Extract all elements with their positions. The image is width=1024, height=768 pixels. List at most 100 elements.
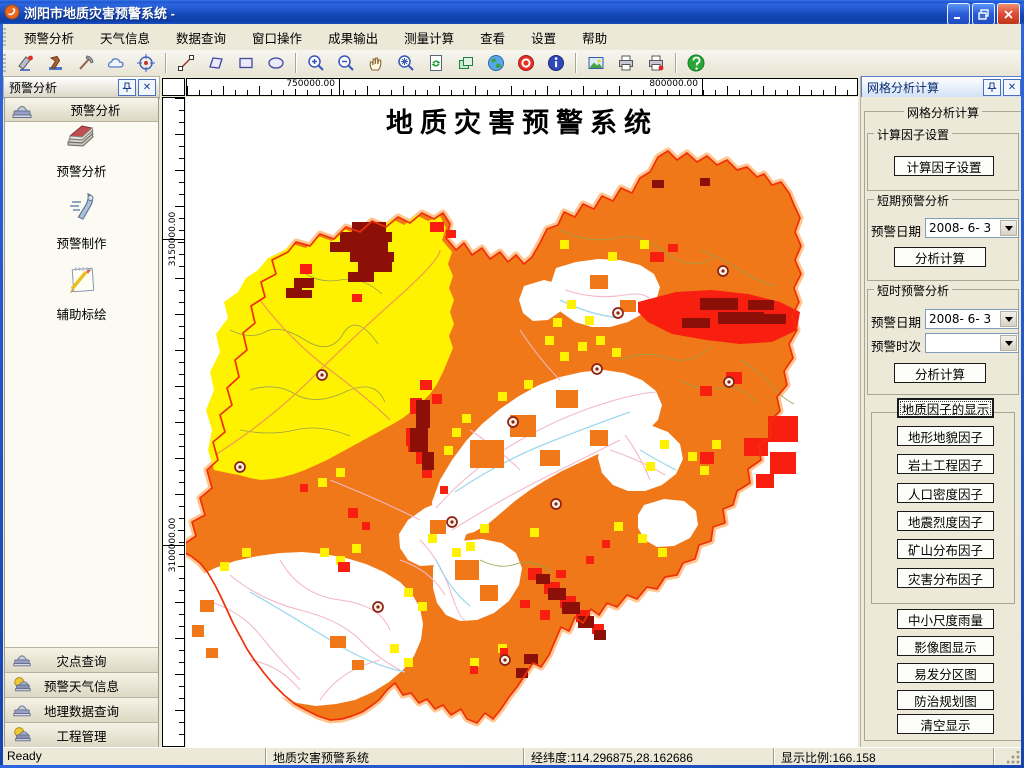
left-panel-titlebar[interactable]: 预警分析 ✕ xyxy=(3,76,160,99)
menu-window-ops[interactable]: 窗口操作 xyxy=(239,24,315,51)
draw-ellipse-icon[interactable] xyxy=(263,51,289,75)
bar-warning-weather-info[interactable]: 预警天气信息 xyxy=(5,672,158,697)
tool-auxiliary-plotting[interactable]: 辅助标绘 xyxy=(5,261,158,323)
status-coordinates: 经纬度:114.296875,28.162686 xyxy=(531,751,693,765)
left-panel: 预警分析 ✕ 预警分析 预警分析 预警制作 辅助标绘 灾点查询 预警天气信息 地… xyxy=(3,76,160,748)
stamp-icon xyxy=(13,705,31,717)
info-icon[interactable] xyxy=(543,51,569,75)
ruler-label: 750000.00 xyxy=(285,79,336,89)
geology-factor-display-button[interactable]: 地质因子的显示 xyxy=(897,398,994,418)
tool-label: 预警分析 xyxy=(56,165,107,179)
clear-display-button[interactable]: 清空显示 xyxy=(897,714,994,734)
calc-factor-settings-button[interactable]: 计算因子设置 xyxy=(894,156,994,176)
group-title: 短时预警分析 xyxy=(874,282,953,299)
pick-icon[interactable] xyxy=(73,51,99,75)
print-icon[interactable] xyxy=(613,51,639,75)
toolbar-separator xyxy=(575,53,577,73)
right-panel-title: 网格分析计算 xyxy=(867,81,940,95)
app-logo-icon xyxy=(4,4,20,20)
warning-date-label: 预警日期 xyxy=(871,225,922,239)
tool-warning-analysis[interactable]: 预警分析 xyxy=(5,120,158,180)
refresh-icon[interactable] xyxy=(423,51,449,75)
bar-disaster-point-query[interactable]: 灾点查询 xyxy=(5,647,158,672)
toolbar-separator xyxy=(675,53,677,73)
zoom-in-icon[interactable] xyxy=(303,51,329,75)
menubar-grip[interactable] xyxy=(3,28,6,46)
stamp-icon xyxy=(12,105,32,118)
print-preview-icon[interactable] xyxy=(643,51,669,75)
status-separator xyxy=(773,748,775,765)
target-icon[interactable] xyxy=(133,51,159,75)
susceptibility-zone-button[interactable]: 易发分区图 xyxy=(897,663,994,683)
chevron-down-icon[interactable] xyxy=(1000,311,1017,327)
toolbar-grip[interactable] xyxy=(3,54,6,72)
bar-project-management[interactable]: 工程管理 xyxy=(5,722,158,747)
imagery-button[interactable]: 影像图显示 xyxy=(897,636,994,656)
chevron-down-icon[interactable] xyxy=(1000,335,1017,351)
menu-result-output[interactable]: 成果输出 xyxy=(315,24,391,51)
window-title: 浏阳市地质灾害预警系统 - xyxy=(24,5,175,21)
close-button[interactable] xyxy=(997,3,1020,25)
right-panel-titlebar[interactable]: 网格分析计算 ✕ xyxy=(861,76,1024,99)
draw-rectangle-icon[interactable] xyxy=(233,51,259,75)
status-app-name: 地质灾害预警系统 xyxy=(273,751,370,765)
right-panel-body: 网格分析计算 计算因子设置 计算因子设置 短期预警分析 预警日期 2008- 6… xyxy=(861,97,1024,748)
menu-view[interactable]: 查看 xyxy=(467,24,518,51)
short-term-analyze-button[interactable]: 分析计算 xyxy=(894,247,986,267)
warning-date-label: 预警日期 xyxy=(871,316,922,330)
short-term-date-value: 2008- 6- 3 xyxy=(929,221,992,235)
mine-factor-button[interactable]: 矿山分布因子 xyxy=(897,539,994,559)
ruler-label: 800000.00 xyxy=(648,79,699,89)
status-ready: Ready xyxy=(7,749,42,763)
menu-help[interactable]: 帮助 xyxy=(569,24,620,51)
zoom-extent-icon[interactable] xyxy=(393,51,419,75)
tool-label: 预警制作 xyxy=(56,237,107,251)
draw-polygon-icon[interactable] xyxy=(203,51,229,75)
hazard-map-svg[interactable] xyxy=(186,97,858,747)
short-term-date-select[interactable]: 2008- 6- 3 xyxy=(925,218,1019,238)
stop-icon[interactable] xyxy=(513,51,539,75)
menu-settings[interactable]: 设置 xyxy=(518,24,569,51)
geotech-factor-button[interactable]: 岩土工程因子 xyxy=(897,454,994,474)
draw-line-icon[interactable] xyxy=(173,51,199,75)
layers-icon[interactable] xyxy=(453,51,479,75)
right-panel-close-icon[interactable]: ✕ xyxy=(1003,79,1021,96)
help-icon[interactable] xyxy=(683,51,709,75)
short-time-analyze-button[interactable]: 分析计算 xyxy=(894,363,986,383)
image-export-icon[interactable] xyxy=(583,51,609,75)
tool-warning-production[interactable]: 预警制作 xyxy=(5,190,158,252)
terrain-factor-button[interactable]: 地形地貌因子 xyxy=(897,426,994,446)
population-factor-button[interactable]: 人口密度因子 xyxy=(897,483,994,503)
map-canvas[interactable]: 地质灾害预警系统 xyxy=(186,97,858,747)
zoom-out-icon[interactable] xyxy=(333,51,359,75)
pin-icon[interactable] xyxy=(118,79,136,96)
short-time-date-select[interactable]: 2008- 6- 3 xyxy=(925,309,1019,329)
horizontal-ruler: 750000.00 800000.00 xyxy=(186,78,858,96)
measure-satellite-icon[interactable] xyxy=(13,51,39,75)
hammer-icon[interactable] xyxy=(43,51,69,75)
prevention-plan-button[interactable]: 防治规划图 xyxy=(897,690,994,710)
globe-icon[interactable] xyxy=(483,51,509,75)
bar-geo-data-query[interactable]: 地理数据查询 xyxy=(5,697,158,722)
minimize-button[interactable] xyxy=(947,3,970,25)
cloud-icon[interactable] xyxy=(103,51,129,75)
resize-grip[interactable] xyxy=(1007,751,1020,764)
disaster-factor-button[interactable]: 灾害分布因子 xyxy=(897,568,994,588)
menu-data-query[interactable]: 数据查询 xyxy=(163,24,239,51)
short-time-times-select[interactable] xyxy=(925,333,1019,353)
left-panel-body: 预警分析 预警分析 预警制作 辅助标绘 灾点查询 预警天气信息 地理数据查询 工… xyxy=(4,97,159,748)
chevron-down-icon[interactable] xyxy=(1000,220,1017,236)
pan-icon[interactable] xyxy=(363,51,389,75)
left-panel-close-icon[interactable]: ✕ xyxy=(138,79,156,96)
group-title: 网格分析计算 xyxy=(903,104,983,121)
seismic-factor-button[interactable]: 地震烈度因子 xyxy=(897,511,994,531)
map-title: 地质灾害预警系统 xyxy=(386,108,658,139)
menu-measure-calc[interactable]: 测量计算 xyxy=(391,24,467,51)
rainfall-button[interactable]: 中小尺度雨量 xyxy=(897,609,994,629)
title-bar[interactable]: 浏阳市地质灾害预警系统 - xyxy=(0,0,1024,25)
menu-warning-analysis[interactable]: 预警分析 xyxy=(11,24,87,51)
menu-weather-info[interactable]: 天气信息 xyxy=(87,24,163,51)
restore-button[interactable] xyxy=(972,3,995,25)
pin-icon[interactable] xyxy=(983,79,1001,96)
app-window: 浏阳市地质灾害预警系统 - 预警分析 天气信息 数据查询 窗口操作 成果输出 测… xyxy=(0,0,1024,768)
